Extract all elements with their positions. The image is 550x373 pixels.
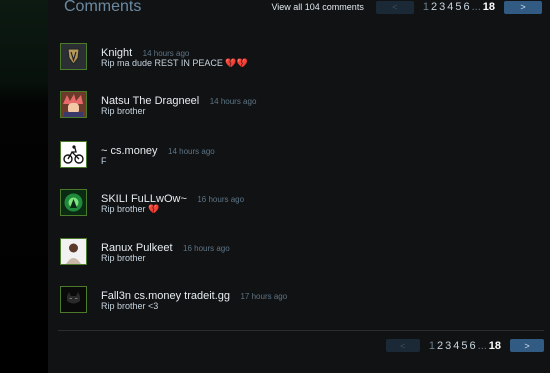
- comment-text: Rip brother: [101, 106, 146, 116]
- comment-header: ~ cs.money 14 hours ago: [101, 141, 215, 159]
- comments-title: Comments: [64, 0, 142, 15]
- page-18-link[interactable]: 18: [483, 1, 495, 13]
- page-18-link[interactable]: 18: [489, 340, 501, 352]
- comment-text: Rip brother <3: [101, 301, 158, 311]
- next-page-button[interactable]: >: [504, 0, 542, 14]
- comment-body: Rip brother: [101, 204, 146, 214]
- green-glow-avatar-icon[interactable]: [60, 189, 87, 216]
- page-6-link[interactable]: 6: [469, 340, 475, 352]
- comment-timestamp: 14 hours ago: [168, 147, 215, 156]
- person-avatar-icon[interactable]: [60, 238, 87, 265]
- broken-heart-icon: 💔: [148, 204, 160, 214]
- comment-timestamp: 14 hours ago: [142, 49, 190, 58]
- comment-text: Rip ma dude REST IN PEACE 💔💔: [101, 58, 248, 69]
- comment-text: Rip brother 💔: [101, 204, 159, 215]
- anime-avatar-icon[interactable]: [60, 91, 87, 118]
- comment-timestamp: 16 hours ago: [197, 195, 245, 204]
- page-4-link[interactable]: 4: [447, 1, 453, 13]
- comment-body: Rip ma dude REST IN PEACE: [101, 58, 223, 68]
- page-5-link[interactable]: 5: [455, 1, 461, 13]
- shield-avatar-icon[interactable]: [60, 43, 87, 70]
- page-numbers: 1 2 3 4 5 6 ... 18: [428, 340, 502, 352]
- page-1: 1: [428, 339, 435, 352]
- comment-body: Rip brother: [101, 253, 146, 263]
- page-ellipsis: ...: [477, 339, 487, 352]
- comments-section: Comments View all 104 comments < 1 2 3 4…: [48, 0, 550, 373]
- page-3-link[interactable]: 3: [445, 340, 451, 352]
- comment-body: Rip brother <3: [101, 301, 159, 311]
- comment-timestamp: 17 hours ago: [240, 292, 288, 301]
- comment-timestamp: 16 hours ago: [183, 244, 230, 253]
- page-4-link[interactable]: 4: [453, 340, 459, 352]
- page-5-link[interactable]: 5: [461, 340, 467, 352]
- page-3-link[interactable]: 3: [439, 1, 445, 13]
- page-ellipsis: ...: [471, 1, 481, 13]
- comment-text: Rip brother: [101, 253, 146, 263]
- comment-body: F: [101, 156, 107, 166]
- left-background-panel: [0, 0, 48, 373]
- next-page-button[interactable]: >: [510, 339, 544, 352]
- view-all-comments-link[interactable]: View all 104 comments: [271, 2, 363, 12]
- broken-heart-icon: 💔💔: [225, 58, 248, 68]
- page-1: 1: [422, 1, 429, 13]
- bat-avatar-icon[interactable]: [60, 286, 87, 313]
- comment-author[interactable]: ~ cs.money: [101, 145, 158, 157]
- bottom-pagination: < 1 2 3 4 5 6 ... 18 >: [385, 339, 544, 352]
- comment-text: F: [101, 156, 107, 166]
- page-6-link[interactable]: 6: [463, 1, 469, 13]
- page-numbers: 1 2 3 4 5 6 ... 18: [422, 1, 496, 13]
- prev-page-button[interactable]: <: [375, 0, 414, 14]
- bike-avatar-icon[interactable]: [60, 141, 87, 168]
- page-2-link[interactable]: 2: [437, 340, 443, 352]
- comment-timestamp: 14 hours ago: [209, 97, 257, 106]
- footer-divider: [58, 330, 544, 331]
- top-pagination: View all 104 comments < 1 2 3 4 5 6 ... …: [271, 0, 542, 14]
- page-2-link[interactable]: 2: [431, 1, 437, 13]
- prev-page-button[interactable]: <: [385, 339, 420, 352]
- comment-body: Rip brother: [101, 106, 146, 116]
